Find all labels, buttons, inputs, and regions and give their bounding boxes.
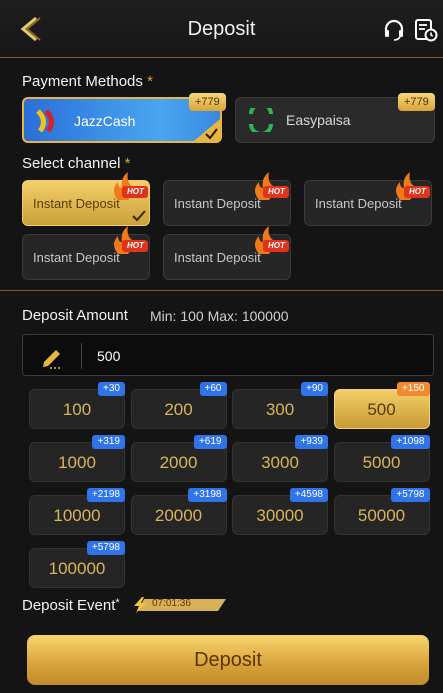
hot-label: HOT bbox=[268, 187, 285, 196]
input-separator bbox=[81, 343, 82, 369]
amount-bonus-badge: +939 bbox=[295, 435, 328, 449]
payment-methods-label: Payment Methods * bbox=[22, 73, 153, 90]
deposit-event-label: Deposit Event* bbox=[22, 597, 120, 614]
payment-bonus-tag: +779 bbox=[189, 93, 226, 111]
payment-method-name: Easypaisa bbox=[286, 112, 351, 128]
hot-badge: HOT bbox=[110, 172, 148, 202]
select-channel-label: Select channel * bbox=[22, 155, 131, 172]
hot-badge: HOT bbox=[110, 226, 148, 256]
deposit-amount-value[interactable]: 500 bbox=[97, 348, 120, 364]
pencil-icon bbox=[43, 350, 60, 369]
amount-bonus-badge: +30 bbox=[98, 382, 125, 396]
amount-bonus-badge: +150 bbox=[396, 382, 430, 396]
deposit-amount-label: Deposit Amount bbox=[22, 307, 128, 324]
hot-badge: HOT bbox=[251, 226, 289, 256]
hot-badge: HOT bbox=[251, 172, 289, 202]
amount-bonus-badge: +90 bbox=[301, 382, 328, 396]
channel-label: Instant Deposit bbox=[33, 250, 120, 265]
header: Deposit bbox=[0, 0, 443, 58]
amount-bonus-badge: +5798 bbox=[391, 488, 430, 502]
amount-bonus-badge: +2198 bbox=[86, 488, 125, 502]
payment-method-name: JazzCash bbox=[74, 113, 136, 129]
payment-bonus-tag: +779 bbox=[398, 93, 435, 111]
divider bbox=[0, 290, 443, 291]
amount-bonus-badge: +60 bbox=[199, 382, 227, 396]
amount-bonus-badge: +619 bbox=[193, 435, 227, 449]
page-title: Deposit bbox=[187, 18, 256, 40]
channel-label: Instant Deposit bbox=[33, 196, 120, 211]
event-timer-text: 07:01:36 bbox=[152, 598, 191, 609]
hot-label: HOT bbox=[409, 187, 426, 196]
channel-label: Instant Deposit bbox=[174, 250, 261, 265]
deposit-records-icon[interactable] bbox=[414, 18, 438, 42]
amount-bonus-badge: +5798 bbox=[86, 541, 125, 555]
hot-label: HOT bbox=[127, 187, 144, 196]
deposit-submit-button[interactable]: Deposit bbox=[27, 635, 429, 685]
amount-bonus-badge: +1098 bbox=[391, 435, 430, 449]
selected-check-icon bbox=[194, 119, 220, 141]
deposit-amount-input[interactable]: 500 bbox=[22, 334, 434, 376]
deposit-limits: Min: 100 Max: 100000 bbox=[150, 308, 289, 324]
headset-support-icon[interactable] bbox=[383, 19, 405, 41]
amount-bonus-badge: +4598 bbox=[289, 488, 328, 502]
hot-label: HOT bbox=[127, 241, 144, 250]
jazzcash-logo-icon bbox=[36, 109, 54, 133]
selected-check-icon bbox=[132, 210, 146, 222]
amount-bonus-badge: +3198 bbox=[188, 488, 227, 502]
amount-bonus-badge: +319 bbox=[92, 435, 125, 449]
channel-label: Instant Deposit bbox=[315, 196, 402, 211]
easypaisa-logo-icon bbox=[249, 108, 273, 132]
channel-label: Instant Deposit bbox=[174, 196, 261, 211]
hot-badge: HOT bbox=[392, 172, 430, 202]
hot-label: HOT bbox=[268, 241, 285, 250]
